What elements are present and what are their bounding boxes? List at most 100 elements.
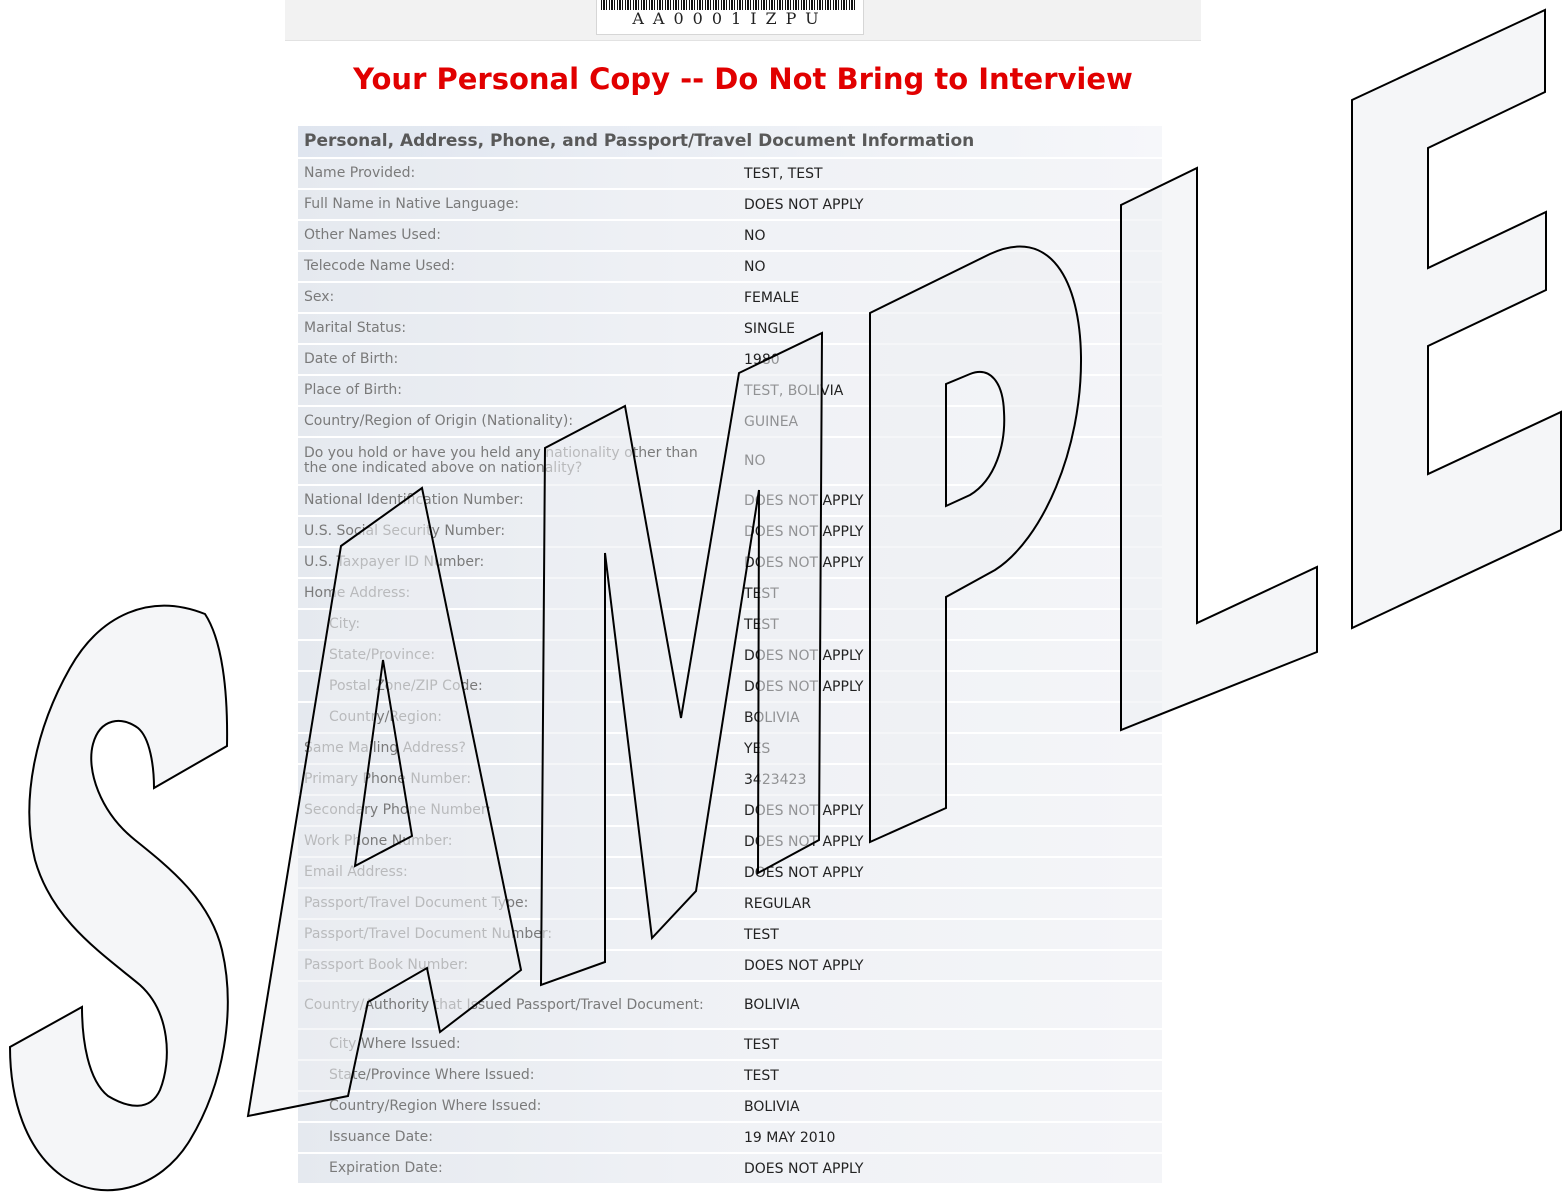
field-label: Home Address: [304,585,411,601]
field-value: DOES NOT APPLY [744,864,864,881]
field-value: TEST, TEST [744,165,823,182]
field-label: Expiration Date: [329,1160,443,1176]
table-row: Country/Authority that Issued Passport/T… [298,980,1162,1028]
table-row: Passport Book Number: DOES NOT APPLY [298,949,1162,980]
field-label: U.S. Taxpayer ID Number: [304,554,485,570]
field-value: DOES NOT APPLY [744,833,864,850]
table-row: Date of Birth: 1980 [298,343,1162,374]
table-row: Passport/Travel Document Number: TEST [298,918,1162,949]
table-row: Do you hold or have you held any nationa… [298,436,1162,484]
table-row: Secondary Phone Number: DOES NOT APPLY [298,794,1162,825]
field-label: Other Names Used: [304,227,442,243]
field-label: Sex: [304,289,335,305]
field-value: YES [744,740,771,757]
table-row: Home Address: TEST [298,577,1162,608]
field-label: City: [329,616,361,632]
field-value: NO [744,258,766,275]
field-value: TEST [744,1067,779,1084]
field-label: Email Address: [304,864,408,880]
field-label: Country/Authority that Issued Passport/T… [304,996,704,1013]
table-row: Country/Region Where Issued: BOLIVIA [298,1090,1162,1121]
table-row: Work Phone Number: DOES NOT APPLY [298,825,1162,856]
field-label: Name Provided: [304,165,416,181]
watermark-letter-e [1351,8,1562,630]
field-value: BOLIVIA [744,1098,800,1115]
field-value: TEST, BOLIVIA [744,382,844,399]
table-row: Telecode Name Used: NO [298,250,1162,281]
page-heading: Your Personal Copy -- Do Not Bring to In… [353,62,1133,96]
table-row: Same Mailing Address? YES [298,732,1162,763]
table-row: State/Province Where Issued: TEST [298,1059,1162,1090]
field-label: U.S. Social Security Number: [304,523,506,539]
field-label: State/Province Where Issued: [329,1067,535,1083]
table-row: City: TEST [298,608,1162,639]
field-label: State/Province: [329,647,436,663]
field-label: Work Phone Number: [304,833,453,849]
field-label: Primary Phone Number: [304,771,472,787]
field-value: DOES NOT APPLY [744,957,864,974]
field-label: Secondary Phone Number: [304,802,492,818]
table-row: Country/Region of Origin (Nationality): G… [298,405,1162,436]
field-value: 1980 [744,351,780,368]
table-row: Passport/Travel Document Type: REGULAR [298,887,1162,918]
field-value: DOES NOT APPLY [744,523,864,540]
table-row: U.S. Taxpayer ID Number: DOES NOT APPLY [298,546,1162,577]
table-row: Primary Phone Number: 3423423 [298,763,1162,794]
field-value: SINGLE [744,320,795,337]
field-label: Country/Region: [329,709,442,725]
field-value: REGULAR [744,895,812,912]
table-row: Expiration Date: DOES NOT APPLY [298,1152,1162,1183]
field-value: DOES NOT APPLY [744,196,864,213]
field-value: TEST [744,585,779,602]
field-value: DOES NOT APPLY [744,802,864,819]
field-label: Same Mailing Address? [304,740,466,756]
field-label: City Where Issued: [329,1036,461,1052]
field-value: DOES NOT APPLY [744,1160,864,1177]
table-row: U.S. Social Security Number: DOES NOT APP… [298,515,1162,546]
field-label: Passport Book Number: [304,957,469,973]
table-row: Email Address: DOES NOT APPLY [298,856,1162,887]
field-value: TEST [744,616,779,633]
table-row: Postal Zone/ZIP Code: DOES NOT APPLY [298,670,1162,701]
watermark-letter-s [8,604,229,1192]
table-row: Other Names Used: NO [298,219,1162,250]
field-label: Country/Region of Origin (Nationality): [304,413,574,429]
field-label: Place of Birth: [304,382,402,398]
field-label: Postal Zone/ZIP Code: [329,678,483,694]
field-value: BOLIVIA [744,997,800,1013]
field-label: Country/Region Where Issued: [329,1098,542,1114]
field-value: NO [744,227,766,244]
field-label: Do you hold or have you held any nationa… [304,445,698,476]
table-row: Place of Birth: TEST, BOLIVIA [298,374,1162,405]
barcode: AA0001IZPU [596,0,864,35]
table-row: State/Province: DOES NOT APPLY [298,639,1162,670]
field-value: BOLIVIA [744,709,800,726]
barcode-number: AA0001IZPU [632,9,828,28]
field-value: DOES NOT APPLY [744,647,864,664]
table-row: City Where Issued: TEST [298,1028,1162,1059]
table-row: Issuance Date: 19 MAY 2010 [298,1121,1162,1152]
section-title: Personal, Address, Phone, and Passport/T… [298,126,1162,157]
field-label: Telecode Name Used: [304,258,456,274]
field-value: 3423423 [744,771,807,788]
info-table: Personal, Address, Phone, and Passport/T… [298,126,1162,1183]
field-value: NO [744,453,766,469]
field-value: FEMALE [744,289,800,306]
field-label: Issuance Date: [329,1129,433,1145]
table-row: Name Provided: TEST, TEST [298,157,1162,188]
field-label: Date of Birth: [304,351,399,367]
field-value: GUINEA [744,413,799,430]
field-label: Full Name in Native Language: [304,196,519,212]
field-value: DOES NOT APPLY [744,678,864,695]
table-row: Country/Region: BOLIVIA [298,701,1162,732]
table-row: Sex: FEMALE [298,281,1162,312]
table-row: Full Name in Native Language: DOES NOT AP… [298,188,1162,219]
field-label: Passport/Travel Document Type: [304,895,529,911]
field-value: TEST [744,926,779,943]
field-value: TEST [744,1036,779,1053]
field-value: 19 MAY 2010 [744,1129,836,1146]
field-value: DOES NOT APPLY [744,492,864,509]
table-row: Marital Status: SINGLE [298,312,1162,343]
field-label: Marital Status: [304,320,407,336]
field-value: DOES NOT APPLY [744,554,864,571]
